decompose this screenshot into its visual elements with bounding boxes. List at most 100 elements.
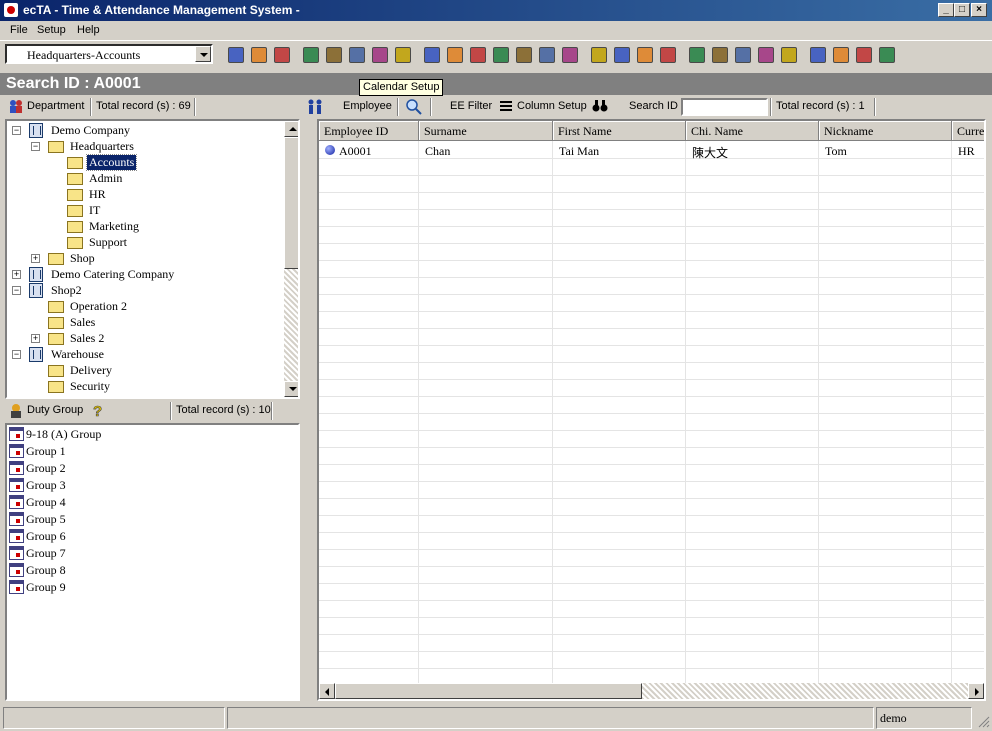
column-header[interactable]: Chi. Name (686, 121, 819, 141)
menu-file[interactable]: File (10, 24, 28, 36)
tree-item-label: Sales (70, 315, 96, 329)
tree-item-label: Support (89, 235, 128, 249)
tree-item-label: Delivery (70, 363, 112, 377)
table-row[interactable] (319, 143, 984, 160)
scroll-left-button[interactable] (319, 683, 335, 699)
employee-icon[interactable] (249, 45, 269, 65)
tree-item-label: Operation 2 (70, 299, 127, 313)
resize-grip[interactable] (976, 714, 990, 728)
export-icon[interactable] (422, 45, 442, 65)
help-icon[interactable] (831, 45, 851, 65)
scroll-down-button[interactable] (284, 381, 298, 397)
menu-bar: File Setup Help (0, 21, 992, 40)
card-icon[interactable] (272, 45, 292, 65)
grid-icon[interactable] (808, 45, 828, 65)
run-icon[interactable] (491, 45, 511, 65)
tree-item-label: Admin (89, 171, 123, 185)
document-icon[interactable] (710, 45, 730, 65)
column-header[interactable]: Employee ID (319, 121, 419, 141)
calendar-icon (9, 427, 24, 441)
help-icon[interactable]: ? (92, 402, 104, 421)
column-header[interactable]: First Name (553, 121, 686, 141)
money-icon[interactable] (468, 45, 488, 65)
grid-hscrollbar[interactable] (319, 683, 984, 699)
transfer-icon[interactable] (635, 45, 655, 65)
key-icon[interactable] (854, 45, 874, 65)
level-icon[interactable] (733, 45, 753, 65)
clock-icon[interactable] (393, 45, 413, 65)
scroll-up-button[interactable] (284, 121, 298, 137)
duty-group-icon (9, 403, 23, 418)
menu-help[interactable]: Help (77, 24, 100, 36)
hscroll-thumb[interactable] (335, 683, 642, 699)
org-icon[interactable] (658, 45, 678, 65)
building-icon (29, 267, 43, 282)
column-icon (500, 101, 512, 112)
folder-icon (48, 253, 64, 265)
department-select-value: Headquarters-Accounts (27, 48, 141, 62)
scroll-right-button[interactable] (968, 683, 984, 699)
exit-icon[interactable] (877, 45, 897, 65)
binoculars-icon[interactable] (592, 99, 608, 113)
status-user: demo (876, 707, 972, 729)
column-header[interactable]: Surname (419, 121, 553, 141)
chart-icon[interactable] (514, 45, 534, 65)
duty-group-label: Group 6 (26, 529, 66, 543)
search-icon[interactable] (405, 98, 423, 115)
ee-filter-button[interactable]: EE Filter (450, 100, 492, 112)
table-cell: 陳大文 (692, 146, 729, 160)
book-icon[interactable] (301, 45, 321, 65)
report-icon[interactable] (324, 45, 344, 65)
menu-setup[interactable]: Setup (37, 24, 66, 36)
tree-item-label: Marketing (89, 219, 139, 233)
collapse-icon[interactable]: − (12, 126, 21, 135)
chevron-down-icon[interactable] (195, 46, 211, 62)
column-header[interactable]: Curre (952, 121, 984, 141)
settings-icon[interactable] (370, 45, 390, 65)
tree-icon[interactable] (756, 45, 776, 65)
maximize-button[interactable]: □ (954, 3, 970, 17)
building-icon (29, 347, 43, 362)
tree-item-label: Shop2 (51, 283, 82, 297)
calendar-icon (9, 529, 24, 543)
tree-item-label: IT (89, 203, 101, 217)
department-select[interactable]: Headquarters-Accounts (5, 44, 213, 64)
tree-item-label: HR (89, 187, 106, 201)
table-cell: Tom (825, 144, 847, 158)
globe-icon[interactable] (560, 45, 580, 65)
tree-item-label: Warehouse (51, 347, 105, 361)
award-icon[interactable] (537, 45, 557, 65)
expand-icon[interactable]: + (12, 270, 21, 279)
column-header[interactable]: Nickname (819, 121, 952, 141)
close-button[interactable]: × (971, 3, 987, 17)
printer-icon[interactable] (589, 45, 609, 65)
table-cell: Chan (425, 144, 451, 158)
collapse-icon[interactable]: − (12, 286, 21, 295)
tree-scrollbar[interactable] (284, 121, 298, 397)
collapse-icon[interactable]: − (12, 350, 21, 359)
collapse-icon[interactable]: − (31, 142, 40, 151)
monitor-icon[interactable] (612, 45, 632, 65)
mail-icon[interactable] (445, 45, 465, 65)
calendar-icon (9, 546, 24, 560)
title-bar: ecTA - Time & Attendance Management Syst… (0, 0, 992, 21)
tools-icon[interactable] (687, 45, 707, 65)
list-icon[interactable] (779, 45, 799, 65)
duty-group-label: Group 9 (26, 580, 66, 594)
users-icon[interactable] (226, 45, 246, 65)
expand-icon[interactable]: + (31, 254, 40, 263)
duty-group-total: Total record (s) : 10 (176, 404, 271, 416)
duty-group-label: Group 8 (26, 563, 66, 577)
minimize-button[interactable]: _ (938, 3, 954, 17)
search-id-input[interactable] (681, 98, 768, 116)
app-icon (4, 3, 18, 17)
column-setup-button[interactable]: Column Setup (517, 100, 587, 112)
tree-item-label: Shop (70, 251, 95, 265)
folder-icon (48, 365, 64, 377)
calendar-icon (9, 495, 24, 509)
duty-group-header: Duty Group ? Total record (s) : 10 (0, 400, 300, 422)
expand-icon[interactable]: + (31, 334, 40, 343)
scroll-thumb[interactable] (284, 137, 298, 269)
roster-icon[interactable] (347, 45, 367, 65)
employee-header: Employee EE Filter Column Setup Search I… (304, 96, 992, 118)
